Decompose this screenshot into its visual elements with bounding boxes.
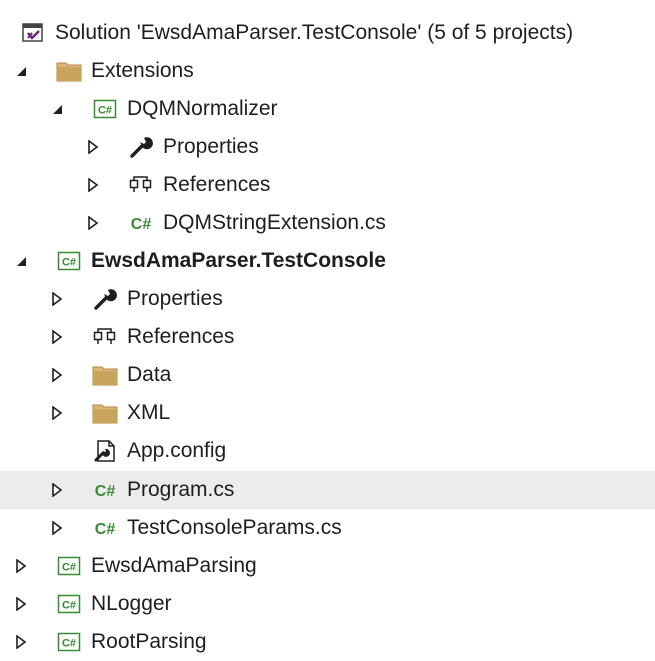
csharp-file-icon: C#: [92, 477, 118, 503]
tree-node-label: DQMStringExtension.cs: [163, 211, 386, 234]
tree-node-xml-folder[interactable]: XML: [0, 394, 655, 432]
tree-node-label: References: [127, 325, 235, 348]
csharp-file-icon: C#: [128, 210, 154, 236]
folder-icon: [56, 58, 82, 84]
expand-arrow-icon[interactable]: [46, 280, 68, 318]
tree-node-dqm-references[interactable]: References: [0, 166, 655, 204]
csharp-project-icon: C#: [56, 248, 82, 274]
tree-node-ewsd-ama-parsing[interactable]: C# EwsdAmaParsing: [0, 547, 655, 585]
solution-node[interactable]: Solution 'EwsdAmaParser.TestConsole' (5 …: [0, 14, 655, 52]
references-icon: [92, 324, 118, 350]
expand-arrow-icon[interactable]: [10, 585, 32, 623]
csharp-project-icon: C#: [92, 96, 118, 122]
solution-label: Solution 'EwsdAmaParser.TestConsole' (5 …: [55, 21, 574, 44]
tree-node-label: Properties: [163, 135, 259, 158]
tree-node-tc-properties[interactable]: Properties: [0, 280, 655, 318]
expand-arrow-icon[interactable]: [82, 128, 104, 166]
tree-node-label: References: [163, 173, 271, 196]
svg-text:C#: C#: [95, 521, 116, 538]
collapse-arrow-icon[interactable]: [10, 52, 32, 90]
collapse-arrow-icon[interactable]: [10, 242, 32, 280]
tree-node-program-cs[interactable]: C# Program.cs: [0, 471, 655, 509]
csharp-project-icon: C#: [56, 629, 82, 655]
tree-node-app-config[interactable]: App.config: [0, 432, 655, 470]
tree-node-test-console[interactable]: C# EwsdAmaParser.TestConsole: [0, 242, 655, 280]
tree-node-label: App.config: [127, 439, 227, 462]
tree-node-dqm-string-extension[interactable]: C# DQMStringExtension.cs: [0, 204, 655, 242]
svg-text:C#: C#: [62, 257, 76, 269]
references-icon: [128, 172, 154, 198]
wrench-icon: [128, 134, 154, 160]
tree-node-tc-references[interactable]: References: [0, 318, 655, 356]
expand-arrow-icon[interactable]: [10, 623, 32, 661]
csharp-project-icon: C#: [56, 591, 82, 617]
tree-node-label: EwsdAmaParser.TestConsole: [91, 249, 386, 272]
tree-node-label: EwsdAmaParsing: [91, 554, 257, 577]
tree-node-label: Program.cs: [127, 478, 235, 501]
tree-node-label: NLogger: [91, 592, 172, 615]
svg-text:C#: C#: [62, 562, 76, 574]
tree-node-label: TestConsoleParams.cs: [127, 516, 342, 539]
svg-text:C#: C#: [95, 483, 116, 500]
expand-arrow-icon[interactable]: [82, 204, 104, 242]
solution-icon: [20, 20, 46, 46]
svg-text:C#: C#: [98, 105, 112, 117]
tree-node-label: Properties: [127, 287, 223, 310]
svg-text:C#: C#: [131, 216, 152, 233]
tree-node-extensions[interactable]: Extensions: [0, 52, 655, 90]
tree-node-label: XML: [127, 401, 171, 424]
folder-icon: [92, 400, 118, 426]
tree-node-label: DQMNormalizer: [127, 97, 278, 120]
tree-node-test-console-params[interactable]: C# TestConsoleParams.cs: [0, 509, 655, 547]
tree-node-nlogger[interactable]: C# NLogger: [0, 585, 655, 623]
solution-explorer-tree: Solution 'EwsdAmaParser.TestConsole' (5 …: [0, 0, 655, 658]
tree-node-label: Extensions: [91, 59, 194, 82]
tree-node-root-parsing[interactable]: C# RootParsing: [0, 623, 655, 661]
expand-arrow-icon[interactable]: [46, 356, 68, 394]
tree-node-label: RootParsing: [91, 630, 207, 653]
svg-text:C#: C#: [62, 638, 76, 650]
wrench-icon: [92, 286, 118, 312]
expand-arrow-icon[interactable]: [10, 547, 32, 585]
expand-arrow-icon[interactable]: [46, 509, 68, 547]
svg-text:C#: C#: [62, 600, 76, 612]
expand-arrow-icon[interactable]: [46, 471, 68, 509]
expand-arrow-icon[interactable]: [46, 318, 68, 356]
config-file-icon: [92, 438, 118, 464]
folder-icon: [92, 362, 118, 388]
tree-node-dqm-properties[interactable]: Properties: [0, 128, 655, 166]
tree-node-dqmnormalizer[interactable]: C# DQMNormalizer: [0, 90, 655, 128]
csharp-project-icon: C#: [56, 553, 82, 579]
expand-arrow-icon[interactable]: [46, 394, 68, 432]
csharp-file-icon: C#: [92, 515, 118, 541]
expand-arrow-icon[interactable]: [82, 166, 104, 204]
collapse-arrow-icon[interactable]: [46, 90, 68, 128]
tree-node-label: Data: [127, 363, 172, 386]
tree-node-data-folder[interactable]: Data: [0, 356, 655, 394]
